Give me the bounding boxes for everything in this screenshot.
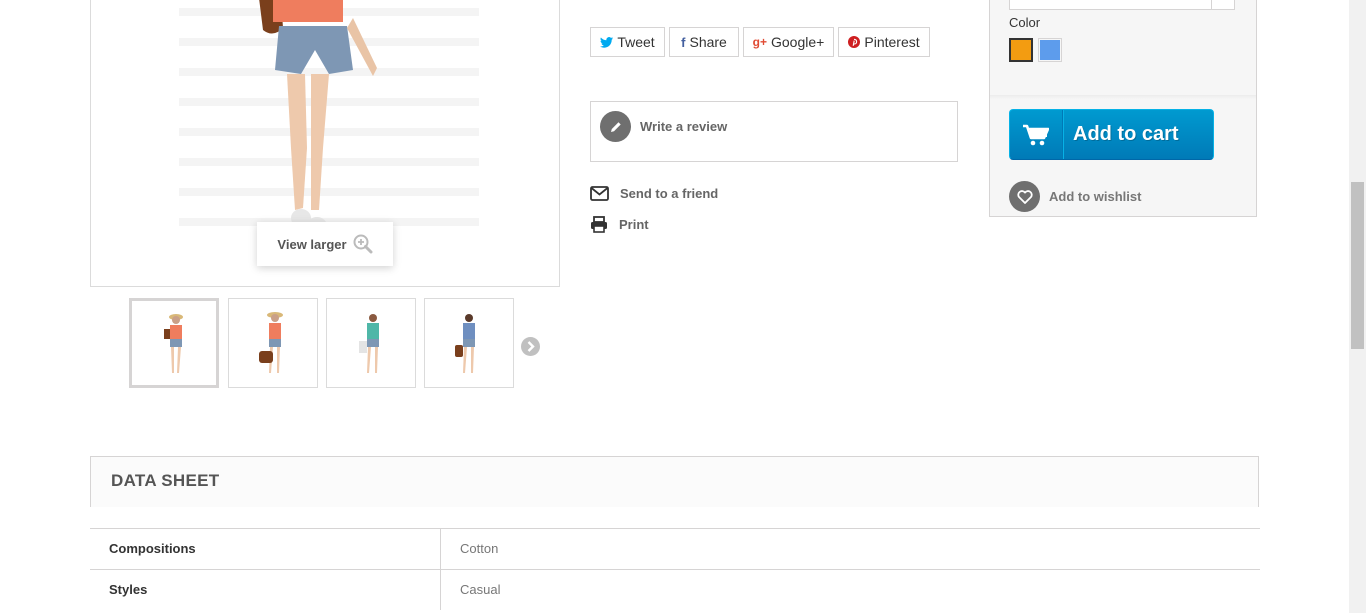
data-sheet-key: Styles	[90, 570, 441, 610]
google-plus-icon: g+	[752, 35, 767, 49]
scrollbar-thumb[interactable]	[1351, 182, 1364, 349]
table-row: Styles Casual	[90, 569, 1260, 610]
data-sheet-table: Compositions Cotton Styles Casual	[90, 528, 1260, 610]
thumbnail-image	[455, 314, 475, 373]
pencil-icon	[600, 111, 631, 142]
add-to-wishlist-label: Add to wishlist	[1049, 189, 1142, 204]
zoom-in-icon	[353, 234, 373, 254]
color-label: Color	[1009, 15, 1041, 30]
thumbnails-next-button[interactable]	[521, 337, 540, 356]
twitter-icon	[600, 36, 614, 48]
write-review-label: Write a review	[640, 119, 728, 134]
facebook-icon: f	[681, 34, 686, 50]
thumbnail-4[interactable]	[424, 298, 514, 388]
add-to-wishlist-link[interactable]: Add to wishlist	[1009, 181, 1141, 212]
thumbnail-image	[359, 314, 379, 373]
cart-icon	[1010, 110, 1063, 159]
envelope-icon	[590, 186, 609, 201]
write-review-link[interactable]: Write a review	[600, 111, 727, 142]
view-larger-label: View larger	[277, 236, 347, 252]
share-label: Share	[689, 34, 727, 50]
google-plus-button[interactable]: g+ Google+	[743, 27, 834, 57]
swatch-fill	[1011, 40, 1031, 60]
table-row: Compositions Cotton	[90, 528, 1260, 569]
pinterest-label: Pinterest	[864, 34, 920, 50]
data-sheet-header	[90, 456, 1259, 507]
printer-icon	[591, 216, 607, 233]
google-plus-label: Google+	[771, 34, 825, 50]
chevron-down-icon	[1211, 0, 1234, 9]
color-swatch-blue[interactable]	[1038, 38, 1062, 62]
data-sheet-value: Cotton	[460, 541, 499, 556]
print-link[interactable]: Print	[590, 216, 649, 233]
add-to-cart-label: Add to cart	[1073, 123, 1179, 145]
data-sheet-key: Compositions	[90, 529, 441, 569]
send-to-friend-label: Send to a friend	[620, 186, 719, 201]
add-to-cart-button[interactable]: Add to cart	[1009, 109, 1214, 160]
thumbnail-1[interactable]	[129, 298, 219, 388]
chevron-right-icon	[527, 341, 535, 352]
pinterest-icon	[848, 36, 861, 48]
thumbnail-3[interactable]	[326, 298, 416, 388]
thumbnail-image	[164, 314, 183, 373]
send-to-friend-link[interactable]: Send to a friend	[590, 186, 718, 201]
pinterest-button[interactable]: Pinterest	[838, 27, 930, 57]
data-sheet-title: DATA SHEET	[111, 471, 220, 490]
facebook-share-button[interactable]: f Share	[669, 27, 739, 57]
buy-box-divider	[990, 95, 1256, 99]
tweet-label: Tweet	[617, 34, 655, 50]
color-swatch-orange[interactable]	[1009, 38, 1033, 62]
thumbnail-2[interactable]	[228, 298, 318, 388]
thumbnail-image	[259, 312, 283, 373]
data-sheet-value: Casual	[460, 582, 501, 597]
size-select[interactable]	[1009, 0, 1235, 10]
heart-icon	[1009, 181, 1040, 212]
swatch-fill	[1040, 40, 1060, 60]
tweet-button[interactable]: Tweet	[590, 27, 665, 57]
print-label: Print	[619, 217, 649, 232]
view-larger-button[interactable]: View larger	[257, 222, 393, 266]
